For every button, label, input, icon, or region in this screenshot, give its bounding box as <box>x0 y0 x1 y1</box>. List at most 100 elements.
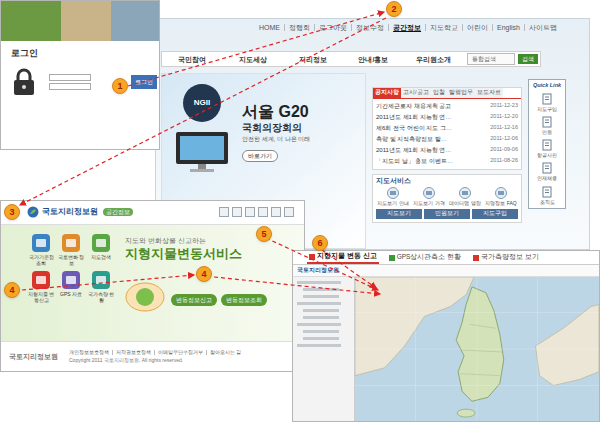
banner-button[interactable]: 바로가기 <box>242 150 278 162</box>
nav-item[interactable]: 지도세상 <box>222 56 282 63</box>
notice-tab[interactable]: 공지사항 <box>373 88 401 98</box>
id-field[interactable] <box>49 74 91 81</box>
quick-link-label[interactable]: 지도구입 <box>537 106 557 112</box>
search-box[interactable]: 통합검색 <box>467 53 515 65</box>
map-service-label[interactable]: 지도보기 가격 <box>413 200 444 206</box>
top-link[interactable]: English <box>492 24 524 31</box>
map-service-item[interactable]: 지도보기 가격 <box>412 187 446 206</box>
quick-link-label[interactable]: 인재채용 <box>537 175 557 181</box>
top-link[interactable]: HOME <box>255 24 284 31</box>
notice-title[interactable]: 2011년도 제1회 지능형 연… <box>376 147 451 153</box>
top-link[interactable]: 지도학교 <box>425 24 462 31</box>
footer-link[interactable]: 찾아오시는 길 <box>206 350 244 355</box>
footer-link[interactable]: 저작권보호정책 <box>112 350 154 355</box>
notice-title[interactable]: 「지도의 날」 홍보 이벤트… <box>376 158 453 164</box>
notice-title[interactable]: 기간제근로자 채용계획 공고 <box>376 103 451 109</box>
quick-link-label[interactable]: 민원 <box>542 129 552 135</box>
quick-link-item[interactable]: 인재채용 <box>537 162 557 181</box>
layer-row[interactable] <box>297 323 341 326</box>
notice-row[interactable]: 「지도의 날」 홍보 이벤트…2011-08-26 <box>376 156 518 167</box>
map-service-label[interactable]: 지도보기 안내 <box>377 200 408 206</box>
toolbar-button[interactable] <box>284 207 294 217</box>
toolbar-button[interactable] <box>271 207 281 217</box>
map-tab[interactable]: 국가측량정보 보기 <box>471 252 541 263</box>
layer-row[interactable] <box>297 281 341 284</box>
service-tile[interactable]: 지도검색 <box>87 233 115 267</box>
hero-button[interactable]: 변동정보조회 <box>221 294 267 306</box>
quick-link-label[interactable]: 항공사진 <box>537 152 557 158</box>
map-tab[interactable]: GPS상시관측소 현황 <box>387 252 464 263</box>
notice-title[interactable]: 제6회 전국 어린이 지도 그… <box>376 125 452 131</box>
quick-link-item[interactable]: 민원 <box>541 116 553 135</box>
service-tile[interactable]: 지형지물 변동신고 <box>27 270 55 304</box>
notice-title[interactable]: 측량 및 지적측량정보 발… <box>376 136 447 142</box>
hero-button[interactable]: 변동정보신고 <box>171 294 217 306</box>
map-service-button[interactable]: 지도구입 <box>472 209 518 219</box>
top-link[interactable]: 정행회 <box>284 24 314 31</box>
notice-tab[interactable]: 발행업무 <box>447 88 475 98</box>
nav-item[interactable]: 우리원소개 <box>404 56 464 63</box>
nav-item[interactable]: 국민참여 <box>162 56 222 63</box>
toolbar-button[interactable] <box>219 207 229 217</box>
notice-row[interactable]: 제6회 전국 어린이 지도 그…2011-12-16 <box>376 123 518 134</box>
toolbar-button[interactable] <box>232 207 242 217</box>
top-link[interactable]: 공간정보 <box>388 24 425 31</box>
notice-tab[interactable]: 입찰 <box>431 88 447 98</box>
service-tile[interactable]: 국가측량 현황 <box>87 270 115 304</box>
notice-title[interactable]: 2011년도 제1회 지능형 연… <box>376 114 451 120</box>
service-label[interactable]: 국가측량 현황 <box>87 291 115 304</box>
layer-row[interactable] <box>297 302 341 305</box>
map-service-label[interactable]: 지명정보 FAQ <box>485 200 516 206</box>
map-service-label[interactable]: 데이터맵 열람 <box>449 200 480 206</box>
nav-item[interactable]: 안내/홍보 <box>343 56 403 63</box>
layer-row[interactable] <box>303 288 339 291</box>
map-tab[interactable]: 지형지물 변동 신고 <box>307 251 379 264</box>
service-tile[interactable]: GPS 자료 <box>57 270 85 304</box>
toolbar-button[interactable] <box>245 207 255 217</box>
top-link[interactable]: 정보수정 <box>351 24 388 31</box>
map-service-item[interactable]: 지도보기 안내 <box>376 187 410 206</box>
service-label[interactable]: GPS 자료 <box>60 291 82 297</box>
search-button[interactable]: 검색 <box>518 54 538 64</box>
login-button[interactable]: 로그인 <box>131 75 157 89</box>
top-link[interactable]: 사이트맵 <box>524 24 561 31</box>
map-service-button[interactable]: 민원보기 <box>424 209 470 219</box>
service-label[interactable]: 지형지물 변동신고 <box>27 291 55 304</box>
top-link[interactable]: 어린이 <box>462 24 492 31</box>
layer-row[interactable] <box>303 309 339 312</box>
notice-tab[interactable]: 고시/공고 <box>401 88 431 98</box>
layer-row[interactable] <box>303 330 339 333</box>
layer-row[interactable] <box>303 337 339 340</box>
nav-item[interactable]: 지리정보 <box>283 56 343 63</box>
service-label[interactable]: 지도검색 <box>91 254 111 260</box>
footer-link[interactable]: 이메일무단수집거부 <box>154 350 206 355</box>
layer-row[interactable] <box>297 344 341 347</box>
map-service-item[interactable]: 데이터맵 열람 <box>448 187 482 206</box>
notice-tab[interactable]: 보도자료 <box>475 88 503 98</box>
map-service-item[interactable]: 지명정보 FAQ <box>484 187 518 206</box>
password-field[interactable] <box>49 83 91 90</box>
notice-row[interactable]: 2011년도 제1회 지능형 연…2011-12-20 <box>376 112 518 123</box>
service-label[interactable]: 국가기준점 조회 <box>27 254 55 267</box>
quick-link-item[interactable]: 지도구입 <box>537 93 557 112</box>
notice-row[interactable]: 측량 및 지적측량정보 발…2011-12-06 <box>376 134 518 145</box>
quick-link-item[interactable]: 항공사진 <box>537 139 557 158</box>
toolbar-button[interactable] <box>258 207 268 217</box>
map-service-button[interactable]: 지도보기 <box>376 209 422 219</box>
notice-row[interactable]: 2011년도 제1회 지능형 연…2011-09-06 <box>376 145 518 156</box>
layer-row[interactable] <box>303 295 339 298</box>
service-tile[interactable]: 국토변화 정보 <box>57 233 85 267</box>
quick-link-item[interactable]: 조직도 <box>540 186 555 205</box>
map-tab-label[interactable]: 국가측량정보 보기 <box>481 254 539 261</box>
footer-link[interactable]: 개인정보보호정책 <box>66 350 112 355</box>
service-tile[interactable]: 국가기준점 조회 <box>27 233 55 267</box>
notice-row[interactable]: 기간제근로자 채용계획 공고2011-12-23 <box>376 101 518 112</box>
map-tab-label[interactable]: GPS상시관측소 현황 <box>397 254 462 261</box>
service-label[interactable]: 국토변화 정보 <box>57 254 85 267</box>
top-links: HOME정행회로그아웃정보수정공간정보지도학교어린이English사이트맵 <box>156 19 589 33</box>
map-tab-label[interactable]: 지형지물 변동 신고 <box>317 253 377 260</box>
top-link[interactable]: 로그아웃 <box>314 24 351 31</box>
layer-row[interactable] <box>303 316 339 319</box>
map-canvas[interactable] <box>355 277 599 421</box>
quick-link-label[interactable]: 조직도 <box>540 199 555 205</box>
